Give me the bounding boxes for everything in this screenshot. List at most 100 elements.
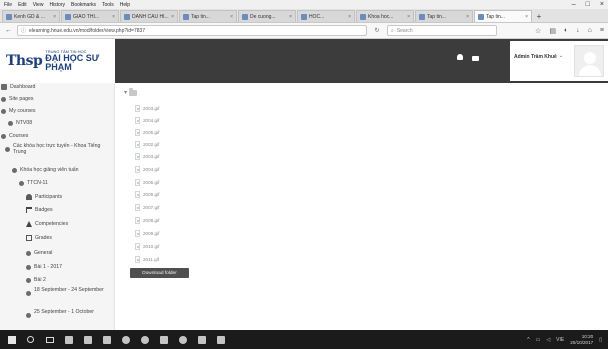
clock[interactable]: 10:20 20/10/2017: [570, 334, 593, 346]
browser-tab[interactable]: Tap tin... ×: [179, 10, 237, 22]
word-icon[interactable]: [156, 330, 171, 349]
store-icon[interactable]: [99, 330, 114, 349]
maximize-button[interactable]: □: [586, 1, 590, 8]
image-file-icon: [135, 217, 140, 224]
sidebar-item-week-25-sep[interactable]: 25 September - 1 October: [26, 309, 112, 318]
file-item[interactable]: 2005.gif: [135, 129, 159, 136]
file-item[interactable]: 2004.gif: [135, 117, 159, 124]
sidebar-item-my-courses[interactable]: My courses: [1, 108, 40, 114]
file-item[interactable]: 2005.gif: [135, 179, 159, 186]
minimize-button[interactable]: –: [572, 1, 576, 8]
bookmark-star-icon[interactable]: ☆: [535, 27, 541, 35]
tab-close-icon[interactable]: ×: [287, 14, 292, 20]
windows-start-icon[interactable]: [4, 330, 19, 349]
chevron-down-icon[interactable]: ▾: [124, 89, 127, 96]
firefox-icon[interactable]: [137, 330, 152, 349]
browser-tab[interactable]: Tap tin... ×: [415, 10, 473, 22]
sidebar-item-badges[interactable]: Badges: [26, 207, 57, 213]
tab-close-icon[interactable]: ×: [523, 14, 528, 20]
network-icon[interactable]: ▭: [536, 337, 541, 343]
tab-close-icon[interactable]: ×: [346, 14, 351, 20]
home-icon[interactable]: ⌂: [588, 27, 592, 35]
search-input[interactable]: ⌕ Search: [387, 25, 497, 36]
tab-close-icon[interactable]: ×: [110, 14, 115, 20]
sidebar-item-bai-1[interactable]: Bài 1 - 2017: [26, 264, 66, 270]
volume-icon[interactable]: ◁: [546, 337, 550, 343]
search-icon[interactable]: [23, 330, 38, 349]
site-logo[interactable]: Thsp TRUNG TÂM TIN HỌC ĐẠI HỌC SƯ PHẠM: [0, 39, 115, 83]
sidebar-item-bai-2[interactable]: Bài 2: [26, 277, 50, 283]
edge-icon[interactable]: [61, 330, 76, 349]
language-indicator[interactable]: VIE: [556, 337, 564, 343]
file-item[interactable]: 2002.gif: [135, 141, 159, 148]
menu-tools[interactable]: Tools: [102, 2, 114, 8]
tab-close-icon[interactable]: ×: [405, 14, 410, 20]
info-icon[interactable]: ⓘ: [21, 27, 26, 34]
sidebar-item-dashboard[interactable]: Dashboard: [1, 84, 39, 90]
url-bar[interactable]: ⓘ elearning.hnue.edu.vn/mod/folder/view.…: [17, 25, 367, 36]
download-folder-button[interactable]: Download folder: [130, 268, 189, 278]
sidebar-item-competencies[interactable]: Competencies: [26, 221, 72, 227]
sidebar-item-ttcn-11[interactable]: TTCN-11: [19, 180, 52, 186]
file-item[interactable]: 2004.gif: [135, 166, 159, 173]
browser-tab[interactable]: GIAO THI... ×: [61, 10, 119, 22]
chrome-icon[interactable]: [118, 330, 133, 349]
messages-icon[interactable]: [472, 56, 479, 61]
sidebar-item-week-18-sep[interactable]: 18 September - 24 September: [26, 287, 112, 296]
menu-edit[interactable]: Edit: [18, 2, 27, 8]
tab-close-icon[interactable]: ×: [169, 14, 174, 20]
user-menu[interactable]: Admin Trâm Khuê ⌄: [510, 41, 608, 81]
notification-bell-icon[interactable]: [457, 54, 463, 60]
avatar[interactable]: [574, 45, 604, 77]
sidebar-item-participants[interactable]: Participants: [26, 194, 66, 200]
sidebar-item-khoa-tieng-trung[interactable]: Các khóa học trực tuyến - Khoa Tiếng Tru…: [5, 143, 113, 155]
file-item[interactable]: 2006.gif: [135, 191, 159, 198]
browser-tab[interactable]: DANH CAU HI... ×: [120, 10, 178, 22]
os-taskbar: ^ ▭ ◁ VIE 10:20 20/10/2017 ▯: [0, 330, 608, 349]
file-item[interactable]: 2010.gif: [135, 243, 159, 250]
menu-view[interactable]: View: [33, 2, 44, 8]
task-view-icon[interactable]: [42, 330, 57, 349]
app-icon[interactable]: [175, 330, 190, 349]
reload-icon[interactable]: ↻: [371, 27, 383, 34]
browser-tab[interactable]: De cuong... ×: [238, 10, 296, 22]
file-explorer-icon[interactable]: [80, 330, 95, 349]
folder-root[interactable]: ▾: [124, 88, 138, 96]
browser-tab[interactable]: Kenh GD & ... ×: [2, 10, 60, 22]
browser-tab[interactable]: Khoa hoc... ×: [356, 10, 414, 22]
pocket-icon[interactable]: ◐: [564, 27, 568, 35]
file-item[interactable]: 2007.gif: [135, 204, 159, 211]
photos-icon[interactable]: [213, 330, 228, 349]
powerpoint-icon[interactable]: [194, 330, 209, 349]
image-file-icon: [135, 117, 140, 124]
file-item[interactable]: 2008.gif: [135, 217, 159, 224]
browser-tab-active[interactable]: Tap tin... ×: [474, 10, 532, 22]
sidebar-item-general[interactable]: General: [26, 250, 56, 256]
chevron-up-icon[interactable]: ^: [527, 337, 529, 343]
new-tab-button[interactable]: +: [533, 10, 545, 22]
tab-close-icon[interactable]: ×: [51, 14, 56, 20]
sidebar-item-grades[interactable]: Grades: [26, 235, 56, 241]
download-icon[interactable]: ↓: [576, 27, 580, 35]
file-item[interactable]: 2011.gif: [135, 256, 159, 263]
sidebar-item-khoa-hoc-giang-vien[interactable]: Khóa học giảng viên tuấn: [12, 167, 83, 173]
menu-help[interactable]: Help: [120, 2, 130, 8]
sidebar-item-courses[interactable]: Courses: [1, 133, 32, 139]
menu-file[interactable]: File: [4, 2, 12, 8]
menu-history[interactable]: History: [49, 2, 65, 8]
reading-list-icon[interactable]: ▤: [549, 27, 556, 35]
tab-close-icon[interactable]: ×: [464, 14, 469, 20]
tab-close-icon[interactable]: ×: [228, 14, 233, 20]
file-item[interactable]: 2003.gif: [135, 153, 159, 160]
menu-bookmarks[interactable]: Bookmarks: [71, 2, 96, 8]
file-item[interactable]: 2009.gif: [135, 230, 159, 237]
close-window-button[interactable]: ×: [600, 1, 604, 8]
back-arrow-icon[interactable]: ←: [4, 26, 13, 35]
sidebar-item-ntv08[interactable]: NTV08: [8, 120, 36, 126]
file-item[interactable]: 2003.gif: [135, 105, 159, 112]
sidebar-item-site-pages[interactable]: Site pages: [1, 96, 38, 102]
browser-tab[interactable]: HOC... ×: [297, 10, 355, 22]
hamburger-menu-icon[interactable]: ≡: [600, 27, 604, 35]
user-name: Admin Trâm Khuê: [514, 54, 557, 60]
notification-center-icon[interactable]: ▯: [599, 337, 602, 343]
